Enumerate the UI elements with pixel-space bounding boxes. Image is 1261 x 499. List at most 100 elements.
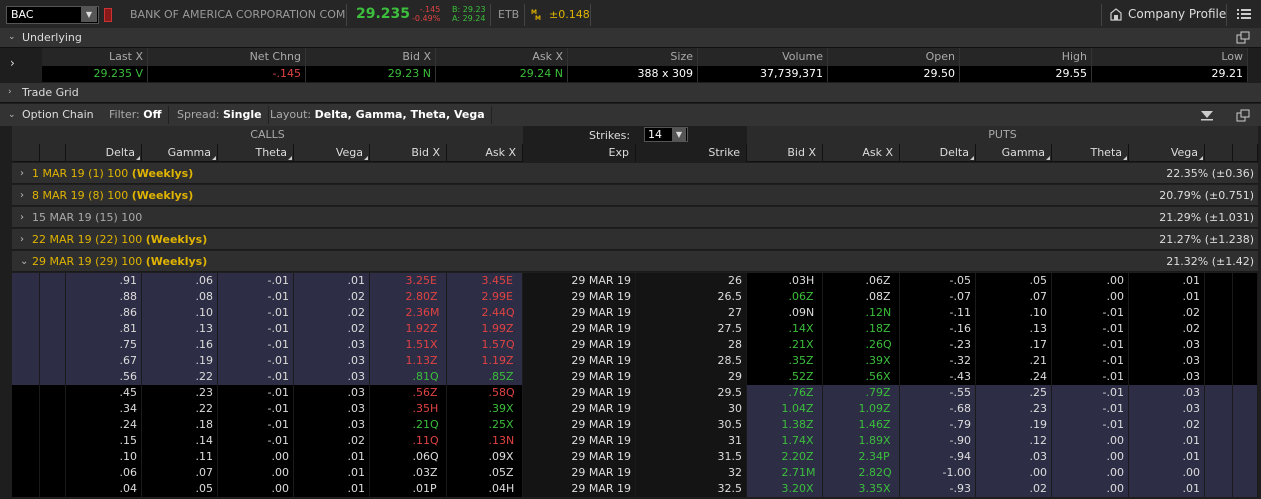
chain-cell[interactable]: 1.74 X: [747, 433, 823, 449]
chain-cell[interactable]: .81 Q: [370, 369, 447, 385]
chain-cell[interactable]: .06 Z: [747, 289, 823, 305]
underlying-column-header[interactable]: Volume: [698, 48, 828, 66]
chain-cell[interactable]: .21 X: [747, 337, 823, 353]
column-header[interactable]: Exp: [523, 144, 636, 162]
expiration-row[interactable]: › 22 MAR 19 (22) 100 (Weeklys) 21.27% (±1.…: [12, 229, 1258, 250]
chevron-right-icon[interactable]: ›: [20, 185, 24, 206]
chain-cell[interactable]: 1.46 Z: [823, 417, 900, 433]
dropdown-menu-icon[interactable]: [1200, 109, 1214, 124]
chain-cell[interactable]: 2.20 Z: [747, 449, 823, 465]
chevron-right-icon[interactable]: ›: [20, 207, 24, 228]
underlying-column-header[interactable]: Bid X: [306, 48, 436, 66]
chain-cell[interactable]: .04 H: [447, 481, 523, 497]
chain-cell[interactable]: .06 Z: [823, 273, 900, 289]
layout-selector[interactable]: Layout: Delta, Gamma, Theta, Vega: [264, 106, 492, 124]
chain-cell[interactable]: .03 Z: [370, 465, 447, 481]
option-row[interactable]: .24.18 -.01.03.21 Q .25 X 29 MAR 19 30.5 1.38…: [12, 417, 1258, 433]
chain-cell[interactable]: 2.34 P: [823, 449, 900, 465]
popout-icon[interactable]: [1236, 31, 1250, 47]
chain-cell[interactable]: 2.99 E: [447, 289, 523, 305]
chain-cell[interactable]: 2.82 Q: [823, 465, 900, 481]
chain-cell[interactable]: 1.09 Z: [823, 401, 900, 417]
chain-cell[interactable]: .14 X: [747, 321, 823, 337]
option-row[interactable]: .86.10 -.01.02 2.36 M 2.44 Q 29 MAR 19 27.09 …: [12, 305, 1258, 321]
option-row[interactable]: .56.22 -.01.03.81 Q .85 Z 29 MAR 19 29.52 Z.…: [12, 369, 1258, 385]
chain-cell[interactable]: .39 X: [447, 401, 523, 417]
column-header[interactable]: Ask X: [823, 144, 900, 162]
menu-icon[interactable]: [1237, 8, 1251, 20]
chain-cell[interactable]: .58 Q: [447, 385, 523, 401]
chevron-down-icon[interactable]: ▼: [81, 7, 97, 22]
chain-cell[interactable]: .56 Z: [370, 385, 447, 401]
chain-cell[interactable]: .25 X: [447, 417, 523, 433]
chain-cell[interactable]: .26 Q: [823, 337, 900, 353]
option-row[interactable]: .04.05.00.01.01 P .04 H 29 MAR 19 32.5 3.20 …: [12, 481, 1258, 497]
chain-cell[interactable]: .35 Z: [747, 353, 823, 369]
chain-cell[interactable]: .09 X: [447, 449, 523, 465]
popout-icon[interactable]: [1236, 109, 1250, 125]
underlying-column-header[interactable]: Low: [1092, 48, 1248, 66]
column-header[interactable]: Vega: [294, 144, 370, 162]
chain-cell[interactable]: .13 N: [447, 433, 523, 449]
chain-cell[interactable]: 2.80 Z: [370, 289, 447, 305]
chain-cell[interactable]: .76 Z: [747, 385, 823, 401]
option-row[interactable]: .91.06 -.01.01 3.25 E 3.45 E 29 MAR 19 26.03 …: [12, 273, 1258, 289]
chevron-down-icon[interactable]: ⌄: [20, 251, 28, 272]
option-row[interactable]: .34.22 -.01.03.35 H .39 X 29 MAR 19 30 1.04 Z…: [12, 401, 1258, 417]
chevron-right-icon[interactable]: ›: [20, 229, 24, 250]
column-header[interactable]: Bid X: [370, 144, 447, 162]
expiration-row[interactable]: ⌄ 29 MAR 19 (29) 100 (Weeklys) 21.32% (±1.…: [12, 251, 1258, 272]
chain-cell[interactable]: .35 H: [370, 401, 447, 417]
column-header[interactable]: Delta: [66, 144, 142, 162]
chain-cell[interactable]: .09 N: [747, 305, 823, 321]
chain-cell[interactable]: 3.35 X: [823, 481, 900, 497]
chain-cell[interactable]: .52 Z: [747, 369, 823, 385]
chain-cell[interactable]: 1.13 Z: [370, 353, 447, 369]
chevron-right-icon[interactable]: ›: [10, 56, 34, 76]
chain-cell[interactable]: 1.92 Z: [370, 321, 447, 337]
underlying-column-header[interactable]: High: [960, 48, 1092, 66]
option-row[interactable]: .45.23 -.01.03.56 Z .58 Q 29 MAR 19 29.5.76 …: [12, 385, 1258, 401]
chain-cell[interactable]: 1.57 Q: [447, 337, 523, 353]
chevron-down-icon[interactable]: ⌄: [8, 32, 18, 42]
flag-icon[interactable]: [104, 8, 112, 22]
chain-cell[interactable]: .85 Z: [447, 369, 523, 385]
chain-cell[interactable]: 1.04 Z: [747, 401, 823, 417]
chain-cell[interactable]: .18 Z: [823, 321, 900, 337]
chevron-down-icon[interactable]: ▼: [672, 128, 686, 141]
chain-cell[interactable]: .11 Q: [370, 433, 447, 449]
chain-cell[interactable]: 1.89 X: [823, 433, 900, 449]
chain-cell[interactable]: .12 N: [823, 305, 900, 321]
chevron-right-icon[interactable]: ›: [20, 163, 24, 184]
column-header[interactable]: Theta: [218, 144, 294, 162]
option-row[interactable]: .67.19 -.01.03 1.13 Z 1.19 Z 29 MAR 19 28.5.3…: [12, 353, 1258, 369]
chain-cell[interactable]: .01 P: [370, 481, 447, 497]
column-header[interactable]: Ask X: [447, 144, 523, 162]
column-header[interactable]: Theta: [1052, 144, 1129, 162]
expiration-row[interactable]: › 8 MAR 19 (8) 100 (Weeklys) 20.79% (±0.75…: [12, 185, 1258, 206]
option-row[interactable]: .06.07.00.01.03 Z .05 Z 29 MAR 19 32 2.71 M2…: [12, 465, 1258, 481]
underlying-column-header[interactable]: Size: [568, 48, 698, 66]
expiration-row[interactable]: › 1 MAR 19 (1) 100 (Weeklys) 22.35% (±0.36…: [12, 163, 1258, 184]
chain-cell[interactable]: .79 Z: [823, 385, 900, 401]
chain-cell[interactable]: .08 Z: [823, 289, 900, 305]
option-row[interactable]: .10.11.00.01.06 Q .09 X 29 MAR 19 31.5 2.20 …: [12, 449, 1258, 465]
column-header[interactable]: Gamma: [976, 144, 1052, 162]
chain-cell[interactable]: .56 X: [823, 369, 900, 385]
chain-cell[interactable]: 2.36 M: [370, 305, 447, 321]
chain-cell[interactable]: .03 H: [747, 273, 823, 289]
chain-cell[interactable]: 3.20 X: [747, 481, 823, 497]
chain-cell[interactable]: .06 Q: [370, 449, 447, 465]
option-row[interactable]: .81.13 -.01.02 1.92 Z 1.99 Z 29 MAR 19 27.5.1…: [12, 321, 1258, 337]
underlying-header[interactable]: ⌄ Underlying: [0, 28, 1261, 48]
column-header[interactable]: Gamma: [142, 144, 218, 162]
chain-cell[interactable]: 2.71 M: [747, 465, 823, 481]
chain-cell[interactable]: 3.25 E: [370, 273, 447, 289]
company-profile-button[interactable]: Company Profile: [1128, 7, 1226, 21]
option-row[interactable]: .75.16 -.01.03 1.51 X 1.57 Q 29 MAR 19 28.21 …: [12, 337, 1258, 353]
option-row[interactable]: .88.08 -.01.02 2.80 Z 2.99 E 29 MAR 19 26.5.0…: [12, 289, 1258, 305]
chain-cell[interactable]: 1.19 Z: [447, 353, 523, 369]
column-header[interactable]: Strike: [636, 144, 747, 162]
underlying-column-header[interactable]: Last X: [42, 48, 148, 66]
chain-cell[interactable]: 1.99 Z: [447, 321, 523, 337]
